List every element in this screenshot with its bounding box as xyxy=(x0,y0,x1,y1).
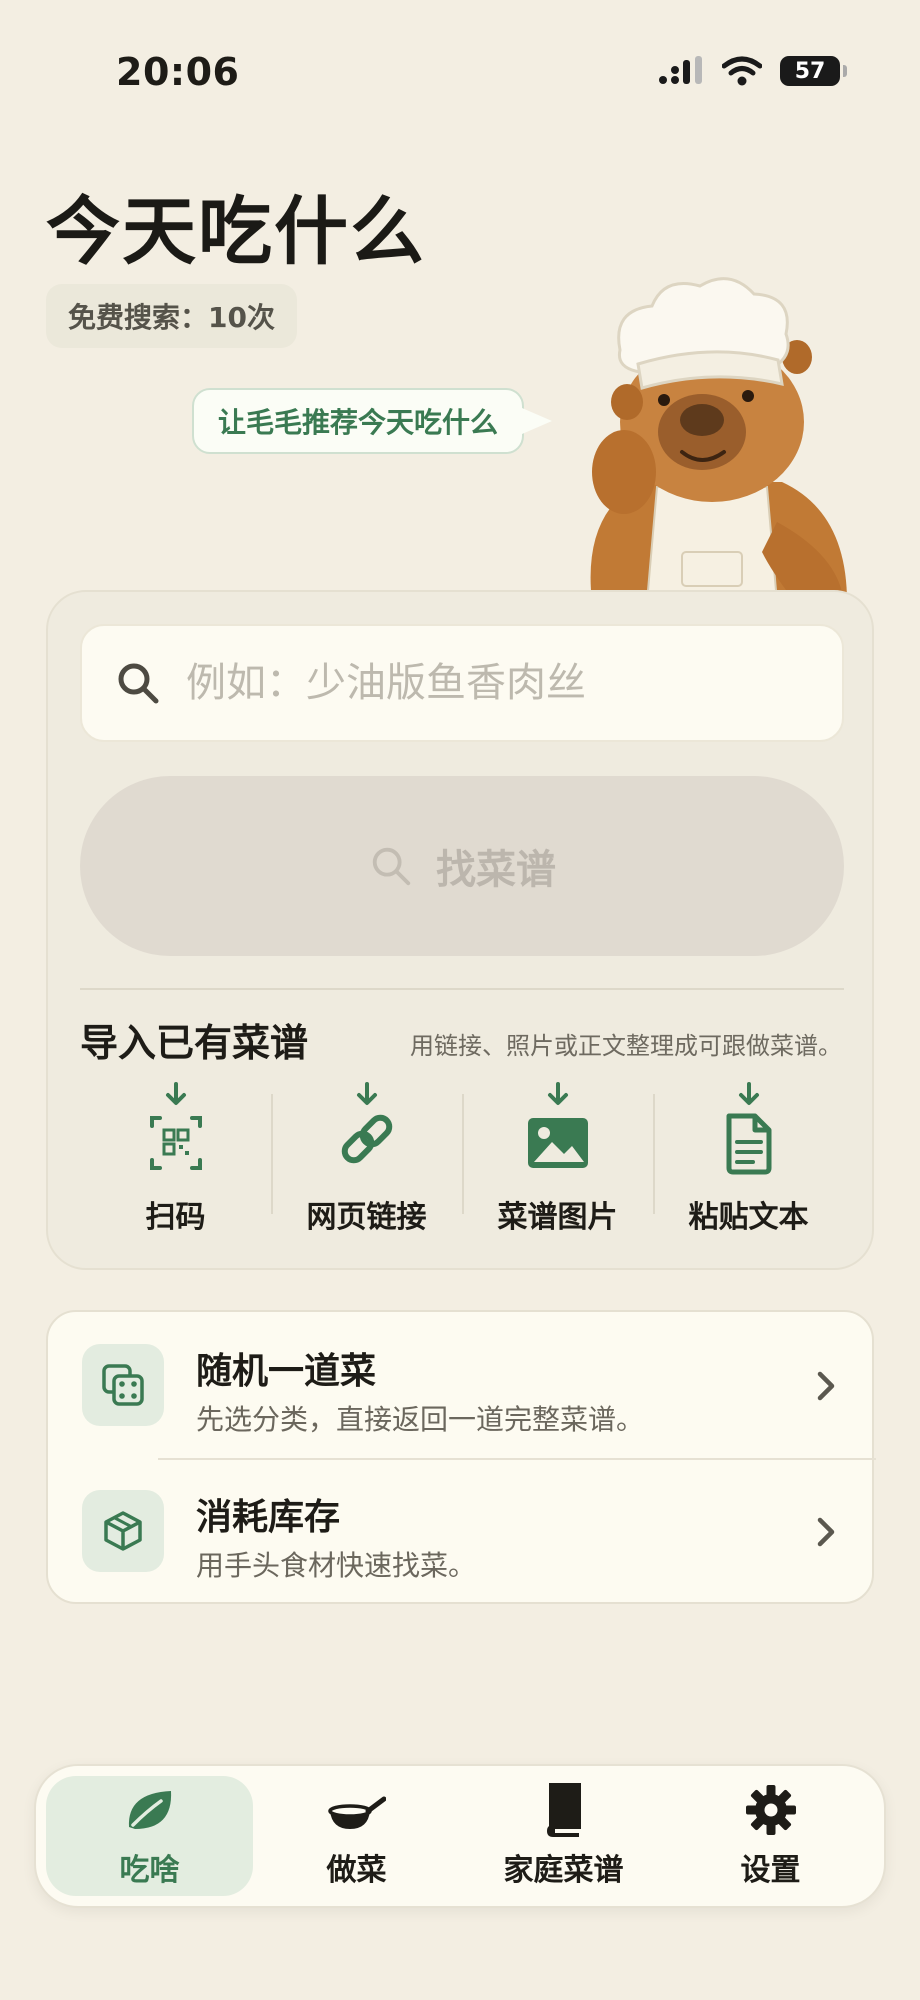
tab-eat[interactable]: 吃啥 xyxy=(46,1776,253,1896)
box-icon xyxy=(104,1511,142,1551)
status-icons: 57 xyxy=(658,56,847,86)
battery-indicator: 57 xyxy=(780,56,847,86)
import-section-description: 用链接、照片或正文整理成可跟做菜谱。 xyxy=(410,1032,842,1060)
image-icon xyxy=(527,1082,588,1168)
status-time: 20:06 xyxy=(116,50,240,94)
chevron-right-icon xyxy=(817,1371,835,1401)
search-input[interactable] xyxy=(186,660,842,706)
search-card: 找菜谱 导入已有菜谱 用链接、照片或正文整理成可跟做菜谱。 扫码 网页链接 xyxy=(46,590,874,1270)
tab-cook-label: 做菜 xyxy=(326,1853,387,1888)
qr-scan-icon xyxy=(149,1082,202,1170)
tab-family-recipes-label: 家庭菜谱 xyxy=(503,1853,624,1888)
tab-cook[interactable]: 做菜 xyxy=(253,1776,460,1896)
import-image-label: 菜谱图片 xyxy=(497,1200,618,1235)
use-inventory-row[interactable]: 消耗库存 用手头食材快速找菜。 xyxy=(48,1458,876,1604)
random-dish-row[interactable]: 随机一道菜 先选分类，直接返回一道完整菜谱。 xyxy=(48,1312,876,1458)
status-bar: 20:06 57 xyxy=(0,0,920,150)
wok-icon xyxy=(327,1796,386,1829)
search-box[interactable] xyxy=(80,624,844,742)
wifi-icon xyxy=(722,56,762,86)
tab-eat-label: 吃啥 xyxy=(119,1853,180,1888)
mascot-speech-bubble[interactable]: 让毛毛推荐今天吃什么 xyxy=(192,388,553,454)
search-icon xyxy=(372,847,411,886)
divider xyxy=(80,988,844,990)
find-recipe-button[interactable]: 找菜谱 xyxy=(80,776,844,956)
cellular-signal-icon xyxy=(659,56,702,84)
find-recipe-label: 找菜谱 xyxy=(436,847,556,893)
import-link-button[interactable]: 网页链接 xyxy=(271,1082,462,1242)
gear-icon xyxy=(745,1785,796,1835)
dice-icon xyxy=(102,1364,144,1406)
use-inventory-subtitle: 用手头食材快速找菜。 xyxy=(196,1549,477,1582)
quick-actions-card: 随机一道菜 先选分类，直接返回一道完整菜谱。 消耗库存 用手头食材快速找菜。 xyxy=(46,1310,876,1604)
search-icon xyxy=(118,663,159,704)
box-icon-box xyxy=(82,1490,164,1572)
dice-icon-box xyxy=(82,1344,164,1426)
tab-family-recipes[interactable]: 家庭菜谱 xyxy=(460,1776,667,1896)
tab-settings-label: 设置 xyxy=(740,1853,801,1888)
import-scan-label: 扫码 xyxy=(145,1200,206,1235)
tab-settings[interactable]: 设置 xyxy=(667,1776,874,1896)
bottom-tab-bar: 吃啥 做菜 家庭菜谱 设置 xyxy=(34,1764,886,1908)
free-search-badge: 免费搜索：10次 xyxy=(46,284,297,348)
random-dish-title: 随机一道菜 xyxy=(196,1351,377,1392)
book-icon xyxy=(546,1783,581,1837)
random-dish-subtitle: 先选分类，直接返回一道完整菜谱。 xyxy=(196,1403,645,1436)
document-icon xyxy=(726,1082,771,1175)
leaf-icon xyxy=(128,1791,171,1829)
import-scan-button[interactable]: 扫码 xyxy=(80,1082,271,1242)
import-image-button[interactable]: 菜谱图片 xyxy=(462,1082,653,1242)
import-link-label: 网页链接 xyxy=(306,1200,427,1235)
use-inventory-title: 消耗库存 xyxy=(196,1497,341,1538)
capybara-chef-mascot[interactable] xyxy=(572,272,862,602)
page-title: 今天吃什么 xyxy=(46,189,426,275)
link-icon xyxy=(341,1082,392,1164)
import-text-button[interactable]: 粘贴文本 xyxy=(653,1082,844,1242)
import-section-title: 导入已有菜谱 xyxy=(80,1021,309,1065)
import-text-label: 粘贴文本 xyxy=(688,1200,809,1235)
import-options: 扫码 网页链接 菜谱图片 粘贴文本 xyxy=(80,1082,844,1242)
chevron-right-icon xyxy=(817,1517,835,1547)
